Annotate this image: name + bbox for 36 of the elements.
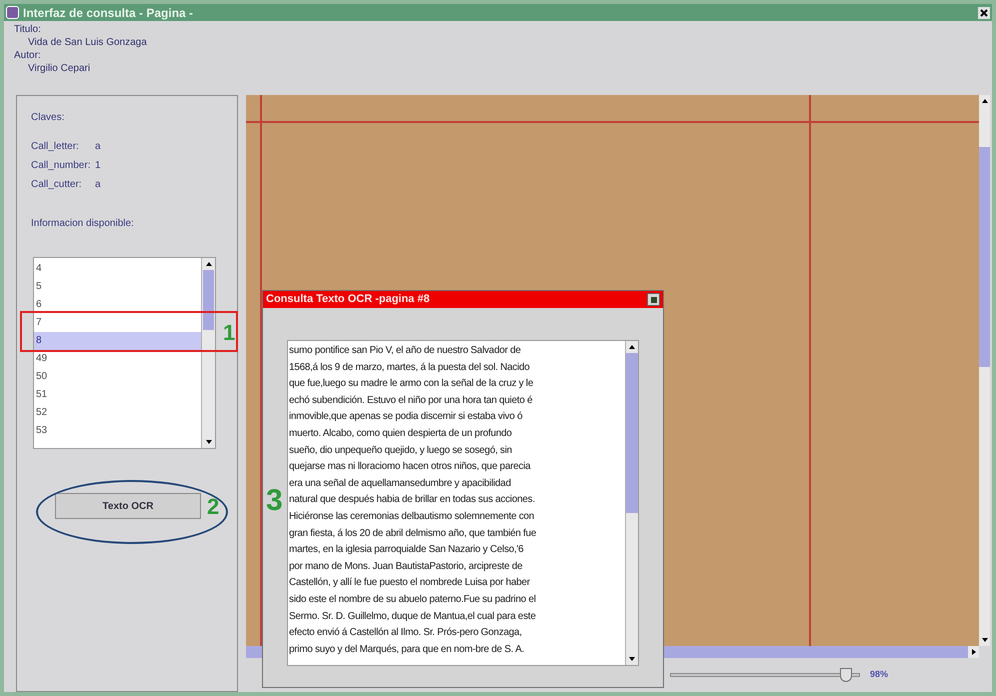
ocr-text-line: Hiciéronse las ceremonias delbautismo solemnemente con (289, 510, 536, 524)
ocr-text-line: Sermo. Sr. D. Guillelmo, duque de Mantua,el cual para este (289, 610, 537, 624)
ocr-text-line: Castellón, y allí le fue puesto el nombrede Luisa por haber (289, 576, 531, 590)
key-label: Call_cutter: (31, 178, 83, 192)
ocr-text-line: primo suyo y del Marqués, para que en nom-bre de S. A. (289, 642, 526, 657)
ocr-text-line: que fue,luego su madre le armo con la señal de la cruz y le (289, 377, 534, 392)
key-value: a (95, 140, 101, 154)
ocr-text-line: sueño, dio unpequeño quejido, y luego se sosegó, sin (289, 444, 513, 458)
key-value: 1 (95, 159, 101, 173)
keys-title: Claves: (31, 111, 66, 125)
ocr-text-line: era una señal de aquellamansedumbre y apacibilidad (289, 476, 512, 491)
zoom-reading: 98% (870, 668, 888, 682)
dialog-title: Consulta Texto OCR -pagina #8 (266, 292, 430, 308)
ocr-text-line: inmovible,que apenas se podia discernir si estaba vivo ó (289, 410, 524, 424)
annotation-number: 3 (266, 486, 283, 516)
ocr-text-line: por mano de Mons. Juan BautistaPastorio, arcipreste de (289, 560, 524, 574)
ocr-text-line: gran fiesta, á los 20 de abril delmismo año, que también fue (289, 526, 538, 541)
key-value: a (95, 178, 101, 192)
annotation-number: 2 (207, 496, 220, 518)
ocr-text-line: martes, en la iglesia parroquialde San Nazario y Celso,'6 (289, 543, 524, 558)
annotation-number: 1 (223, 322, 236, 344)
list-title: Informacion disponible: (31, 217, 135, 231)
field-label: Autor: (14, 49, 42, 62)
key-label: Call_letter: (31, 140, 80, 154)
ocr-text-line: muerto. Alcabo, como quien despierta de un profundo (289, 426, 513, 441)
ocr-text-line: 1568,á los 9 de marzo, martes, á la puesta del sol. Nacido (289, 360, 531, 375)
ocr-text-line: sumo pontifice san Pio V, el año de nuestro Salvador de (289, 344, 522, 358)
field-label: Titulo: (14, 23, 42, 36)
window-title: Interfaz de consulta - Pagina - (23, 4, 194, 22)
ocr-text-line: echó subendición. Estuvo el niño por una hora tan quieto é (289, 394, 534, 408)
ocr-text-line: quejarse mas ni lloraciomo hacen otros niños, que parecia (289, 460, 532, 474)
ocr-text-line: efecto envió á Castellón al Ilmo. Sr. Prós-pero Gonzaga, (289, 626, 523, 640)
ocr-text-line: natural que después habia de brillar en todas sus acciones. (289, 493, 536, 508)
field-value: Vida de San Luis Gonzaga (27, 36, 148, 49)
ocr-text-line: sido este el nombre de su abuelo paterno.Fue su padrino el (289, 592, 537, 607)
field-value: Virgilio Cepari (27, 62, 92, 75)
